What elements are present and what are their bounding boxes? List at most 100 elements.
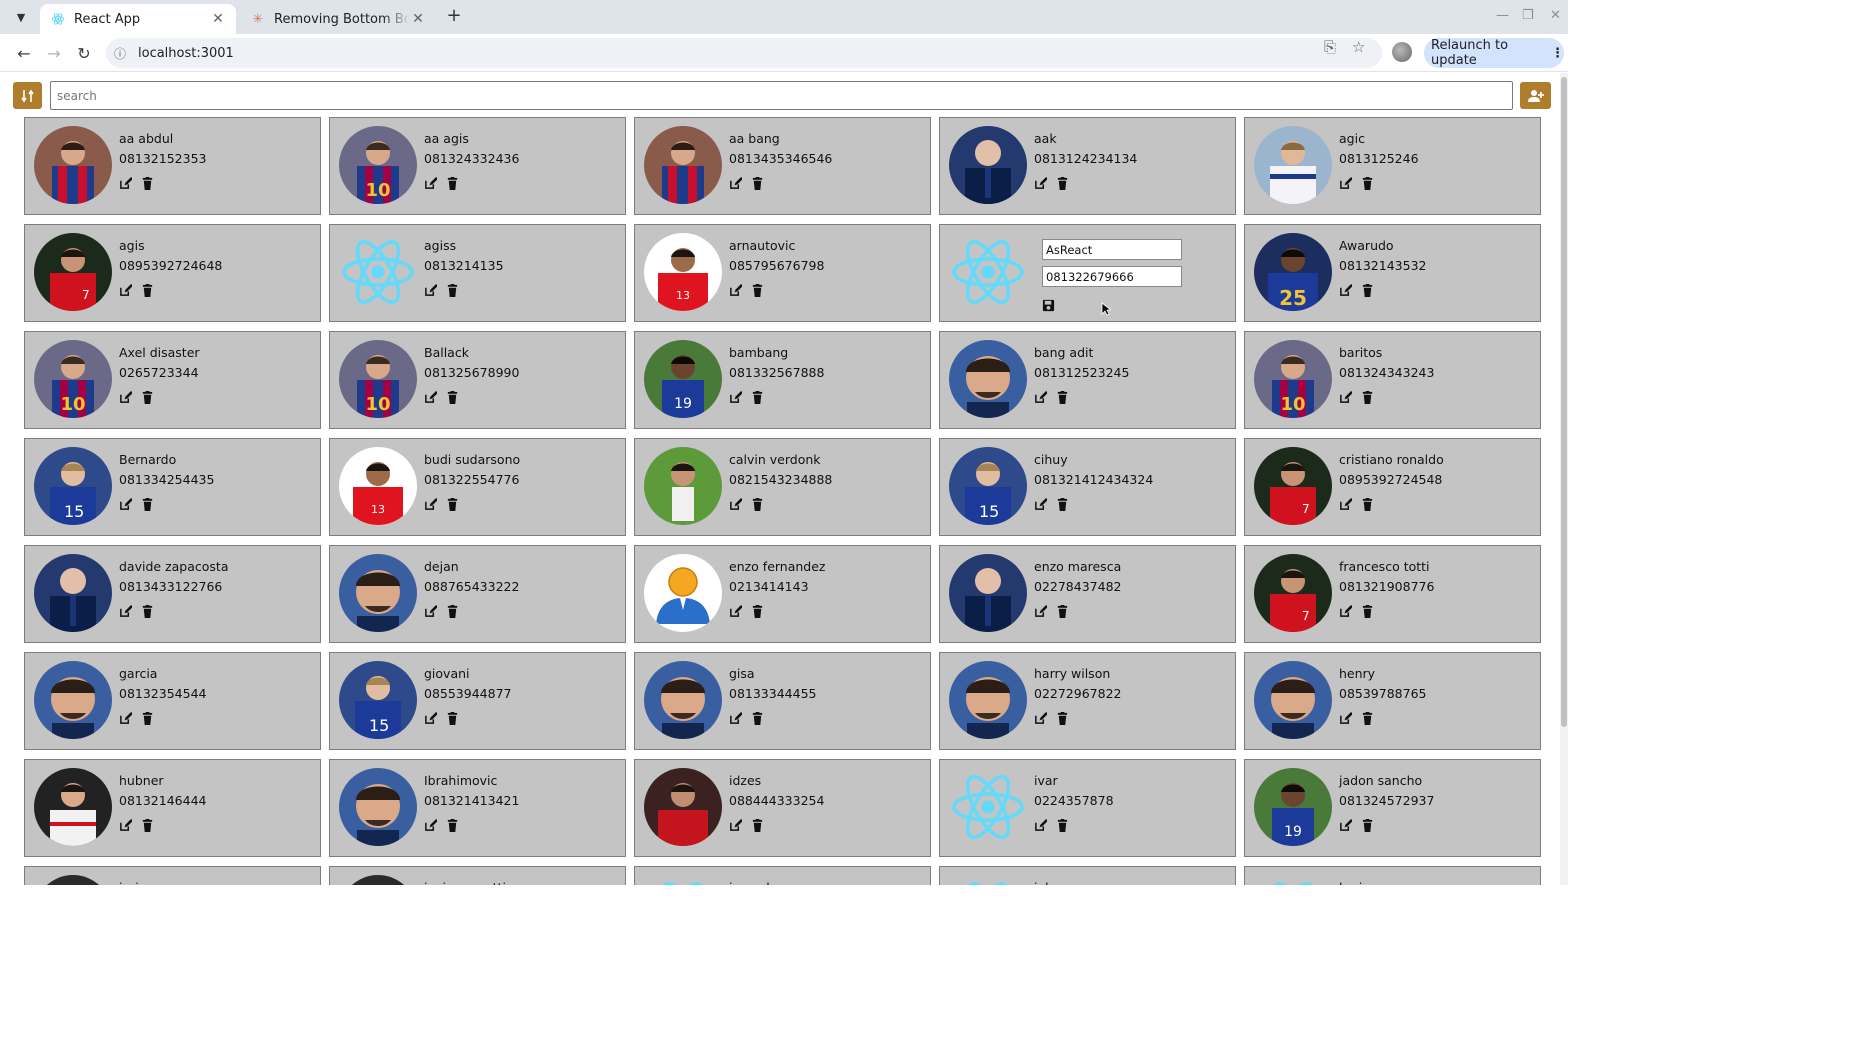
edit-icon[interactable] (1339, 712, 1352, 725)
edit-icon[interactable] (729, 819, 742, 832)
trash-icon[interactable] (1056, 391, 1069, 404)
page-scrollbar[interactable] (1560, 73, 1568, 885)
edit-icon[interactable] (1034, 712, 1047, 725)
minimize-window-icon[interactable]: — (1496, 8, 1509, 23)
edit-icon[interactable] (119, 177, 132, 190)
trash-icon[interactable] (1056, 605, 1069, 618)
scrollbar-thumb[interactable] (1561, 77, 1567, 727)
trash-icon[interactable] (1056, 819, 1069, 832)
tab-removing-bottom-border[interactable]: ✳ Removing Bottom Border ✕ (240, 4, 436, 34)
trash-icon[interactable] (446, 605, 459, 618)
trash-icon[interactable] (446, 177, 459, 190)
trash-icon[interactable] (1361, 498, 1374, 511)
edit-icon[interactable] (1339, 391, 1352, 404)
edit-icon[interactable] (1034, 391, 1047, 404)
new-tab-plus-icon[interactable]: + (444, 6, 464, 26)
edit-name-input[interactable] (1042, 239, 1182, 260)
contact-card: hubner 08132146444 (24, 759, 321, 857)
edit-icon[interactable] (729, 177, 742, 190)
contact-name: enzo fernandez (729, 559, 826, 574)
edit-icon[interactable] (1339, 819, 1352, 832)
trash-icon[interactable] (1056, 712, 1069, 725)
trash-icon[interactable] (141, 712, 154, 725)
trash-icon[interactable] (1361, 391, 1374, 404)
edit-phone-input[interactable] (1042, 266, 1182, 287)
trash-icon[interactable] (446, 712, 459, 725)
card-actions (1339, 391, 1374, 404)
bookmark-star-icon[interactable]: ☆ (1352, 38, 1365, 56)
edit-icon[interactable] (1034, 498, 1047, 511)
close-tab-icon[interactable]: ✕ (410, 11, 426, 27)
close-window-icon[interactable]: ✕ (1550, 8, 1561, 23)
edit-icon[interactable] (1034, 177, 1047, 190)
edit-icon[interactable] (119, 391, 132, 404)
trash-icon[interactable] (1056, 177, 1069, 190)
trash-icon[interactable] (1056, 498, 1069, 511)
trash-icon[interactable] (446, 498, 459, 511)
edit-icon[interactable] (424, 284, 437, 297)
edit-icon[interactable] (1339, 177, 1352, 190)
trash-icon[interactable] (1361, 284, 1374, 297)
tab-react-app[interactable]: React App ✕ (40, 4, 236, 34)
edit-icon[interactable] (1034, 605, 1047, 618)
edit-icon[interactable] (424, 712, 437, 725)
trash-icon[interactable] (1361, 819, 1374, 832)
edit-icon[interactable] (424, 819, 437, 832)
trash-icon[interactable] (141, 605, 154, 618)
edit-icon[interactable] (729, 605, 742, 618)
edit-icon[interactable] (119, 284, 132, 297)
edit-icon[interactable] (119, 498, 132, 511)
trash-icon[interactable] (446, 391, 459, 404)
site-info-icon[interactable]: ⓘ (106, 45, 134, 62)
edit-icon[interactable] (1034, 819, 1047, 832)
close-tab-icon[interactable]: ✕ (210, 11, 226, 27)
edit-icon[interactable] (729, 712, 742, 725)
trash-icon[interactable] (141, 819, 154, 832)
add-contact-button[interactable] (1520, 82, 1551, 109)
edit-icon[interactable] (424, 605, 437, 618)
trash-icon[interactable] (751, 177, 764, 190)
edit-icon[interactable] (729, 391, 742, 404)
edit-icon[interactable] (1339, 605, 1352, 618)
install-app-icon[interactable]: ⎘ (1324, 38, 1336, 56)
tab-search-chevron-icon[interactable]: ▼ (8, 7, 34, 27)
edit-icon[interactable] (1339, 498, 1352, 511)
search-input[interactable] (50, 81, 1513, 110)
trash-icon[interactable] (141, 498, 154, 511)
edit-icon[interactable] (119, 819, 132, 832)
contact-card: javier zanetti (329, 866, 626, 885)
edit-icon[interactable] (424, 177, 437, 190)
trash-icon[interactable] (446, 284, 459, 297)
trash-icon[interactable] (751, 712, 764, 725)
more-menu-icon[interactable]: ⋮ (1551, 46, 1564, 61)
back-arrow-icon[interactable]: ← (13, 42, 35, 64)
trash-icon[interactable] (751, 391, 764, 404)
edit-icon[interactable] (729, 498, 742, 511)
trash-icon[interactable] (1361, 712, 1374, 725)
edit-icon[interactable] (424, 498, 437, 511)
save-icon[interactable] (1042, 299, 1055, 312)
edit-icon[interactable] (424, 391, 437, 404)
trash-icon[interactable] (751, 819, 764, 832)
trash-icon[interactable] (141, 177, 154, 190)
forward-arrow-icon[interactable]: → (43, 42, 65, 64)
trash-icon[interactable] (446, 819, 459, 832)
trash-icon[interactable] (751, 605, 764, 618)
trash-icon[interactable] (1361, 605, 1374, 618)
trash-icon[interactable] (751, 498, 764, 511)
trash-icon[interactable] (751, 284, 764, 297)
edit-icon[interactable] (119, 605, 132, 618)
reload-icon[interactable]: ↻ (73, 42, 95, 64)
address-bar[interactable]: ⓘ localhost:3001 (106, 38, 1382, 68)
edit-icon[interactable] (729, 284, 742, 297)
profile-avatar[interactable] (1392, 42, 1412, 62)
edit-icon[interactable] (119, 712, 132, 725)
relaunch-update-button[interactable]: Relaunch to update ⋮ (1424, 38, 1564, 68)
trash-icon[interactable] (1361, 177, 1374, 190)
browser-toolbar: ← → ↻ ⓘ localhost:3001 ⎘ ☆ Relaunch to u… (0, 34, 1568, 72)
sort-button[interactable] (13, 82, 42, 109)
edit-icon[interactable] (1339, 284, 1352, 297)
trash-icon[interactable] (141, 284, 154, 297)
trash-icon[interactable] (141, 391, 154, 404)
restore-window-icon[interactable]: ❐ (1522, 8, 1534, 23)
